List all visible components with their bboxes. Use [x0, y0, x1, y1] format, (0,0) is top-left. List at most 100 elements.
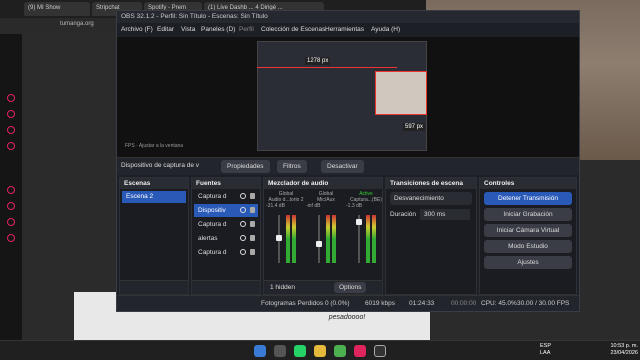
sources-dock: Fuentes Captura d Dispositiv Captura d a… [191, 177, 261, 295]
level-meter [326, 215, 330, 263]
preview-height-label: 597 px [403, 123, 426, 131]
volume-fader[interactable] [356, 215, 362, 263]
menu-docks[interactable]: Paneles (D) [201, 26, 235, 33]
eye-icon[interactable] [240, 249, 246, 255]
cpu-usage: CPU: 45.0% [481, 300, 517, 307]
channel-db: -31.4 dB [266, 203, 285, 209]
source-item[interactable]: Dispositiv [194, 204, 258, 217]
sidebar-icon[interactable] [7, 94, 15, 102]
eye-icon[interactable] [240, 235, 246, 241]
duration-input[interactable]: 300 ms [420, 209, 470, 220]
stop-streaming-button[interactable]: Detener Transmisión [484, 192, 572, 205]
mixer-title: Mezclador de audio [264, 178, 382, 189]
language-indicator[interactable]: ESP LAA [540, 343, 551, 357]
source-item[interactable]: Captura d [194, 246, 258, 259]
start-recording-button[interactable]: Iniciar Grabación [484, 208, 572, 221]
search-icon[interactable] [274, 345, 286, 357]
controls-title: Controles [480, 178, 576, 189]
filters-button[interactable]: Filtros [277, 160, 307, 173]
lock-icon[interactable] [250, 221, 255, 227]
lock-icon[interactable] [250, 193, 255, 199]
sources-title: Fuentes [192, 178, 260, 189]
fader-knob[interactable] [356, 219, 362, 225]
stream-time: 01:24:33 [409, 300, 435, 307]
opera-icon[interactable] [354, 345, 366, 357]
scenes-title: Escenas [120, 178, 188, 189]
sidebar-icon[interactable] [7, 110, 15, 118]
scenes-dock: Escenas Escena 2 [119, 177, 189, 295]
sidebar-icon[interactable] [7, 142, 15, 150]
preview-canvas[interactable]: 1278 px 597 px FPS · Ajustar a la ventan… [117, 37, 579, 157]
level-meter [366, 215, 370, 263]
whatsapp-icon[interactable] [294, 345, 306, 357]
eye-icon[interactable] [240, 221, 246, 227]
channel-db: -1.3 dB [346, 203, 363, 209]
volume-fader[interactable] [316, 215, 322, 263]
file-explorer-icon[interactable] [314, 345, 326, 357]
mixer-options-button[interactable]: Options [334, 282, 367, 293]
fader-knob[interactable] [316, 241, 322, 247]
clock-time: 10:53 p. m. [610, 343, 638, 349]
scenes-footer [120, 280, 188, 294]
preview-selected-source[interactable] [375, 71, 427, 115]
obs-menu-bar: Archivo (F) Editar Vista Paneles (D) Per… [117, 23, 579, 37]
preview-guide-line [257, 67, 397, 68]
level-meter [332, 215, 336, 263]
mixer-channel: Global Audio d...torio 2 -31.4 dB [266, 191, 306, 281]
lang-primary: ESP [540, 343, 552, 349]
eye-icon[interactable] [240, 207, 246, 213]
sidebar-icon[interactable] [7, 126, 15, 134]
menu-scene-collection[interactable]: Colección de Escenas [261, 26, 325, 33]
mixer-channel: Global Mic/Aux -inf dB [306, 191, 346, 281]
source-label: Dispositiv [198, 207, 226, 214]
eye-icon[interactable] [240, 193, 246, 199]
start-virtual-camera-button[interactable]: Iniciar Cámara Virtual [484, 224, 572, 237]
obs-title-bar: OBS 32.1.2 - Perfil: Sin Título - Escena… [117, 11, 579, 23]
url-field[interactable]: tumanga.org [60, 21, 120, 31]
sidebar-icon[interactable] [7, 186, 15, 194]
menu-profile[interactable]: Perfil [239, 26, 254, 33]
clock-date: 23/04/2026 [610, 350, 638, 356]
menu-help[interactable]: Ayuda (H) [371, 26, 400, 33]
taskbar-clock[interactable]: 10:53 p. m. 23/04/2026 [602, 343, 638, 357]
deactivate-button[interactable]: Desactivar [321, 160, 364, 173]
properties-button[interactable]: Propiedades [221, 160, 270, 173]
transition-select[interactable]: Desvanecimiento [390, 192, 472, 205]
status-bar: Fotogramas Perdidos 0 (0.0%) 6019 kbps 0… [117, 295, 579, 311]
sidebar-icon[interactable] [7, 218, 15, 226]
source-item[interactable]: Captura d [194, 190, 258, 203]
source-label: Captura d [198, 193, 227, 200]
source-item[interactable]: Captura d [194, 218, 258, 231]
source-label: Captura d [198, 221, 227, 228]
source-item[interactable]: alertas [194, 232, 258, 245]
mixer-channel: Active Captura...(BE) -1.3 dB [346, 191, 386, 281]
source-toolbar: Dispositivo de captura de v Propiedades … [117, 157, 579, 175]
app-icon[interactable] [334, 345, 346, 357]
menu-view[interactable]: Vista [181, 26, 195, 33]
preview-controls: FPS · Ajustar a la ventana [125, 143, 184, 149]
browser-tab[interactable]: (9) MI Show [24, 2, 90, 16]
hidden-count[interactable]: 1 hidden [270, 284, 295, 291]
start-icon[interactable] [254, 345, 266, 357]
lock-icon[interactable] [250, 249, 255, 255]
obs-window: OBS 32.1.2 - Perfil: Sin Título - Escena… [116, 10, 580, 312]
settings-button[interactable]: Ajustes [484, 256, 572, 269]
transitions-dock: Transiciones de escena Desvanecimiento D… [385, 177, 477, 295]
fader-knob[interactable] [276, 235, 282, 241]
source-label: Captura d [198, 249, 227, 256]
scene-item[interactable]: Escena 2 [122, 191, 186, 203]
controls-dock: Controles Detener Transmisión Iniciar Gr… [479, 177, 577, 295]
menu-tools[interactable]: Herramientas [325, 26, 364, 33]
lock-icon[interactable] [250, 207, 255, 213]
sidebar-icon[interactable] [7, 234, 15, 242]
selected-source-name: Dispositivo de captura de v [121, 162, 200, 169]
obs-icon[interactable] [374, 345, 386, 357]
volume-fader[interactable] [276, 215, 282, 263]
sidebar-icon[interactable] [7, 202, 15, 210]
lock-icon[interactable] [250, 235, 255, 241]
level-meter [286, 215, 290, 263]
fps-readout: 30.00 / 30.00 FPS [517, 300, 570, 307]
menu-file[interactable]: Archivo (F) [121, 26, 153, 33]
studio-mode-button[interactable]: Modo Estudio [484, 240, 572, 253]
menu-edit[interactable]: Editar [157, 26, 174, 33]
